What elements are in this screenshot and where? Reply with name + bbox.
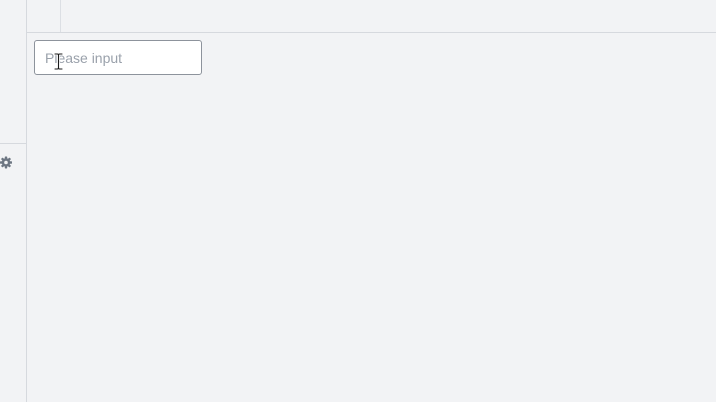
top-toolbar (27, 0, 716, 33)
text-input[interactable] (34, 40, 202, 75)
gear-icon[interactable] (0, 156, 12, 169)
left-sidebar (0, 0, 27, 402)
sidebar-divider (0, 143, 26, 144)
main-content (27, 33, 716, 402)
toolbar-separator (60, 0, 61, 32)
